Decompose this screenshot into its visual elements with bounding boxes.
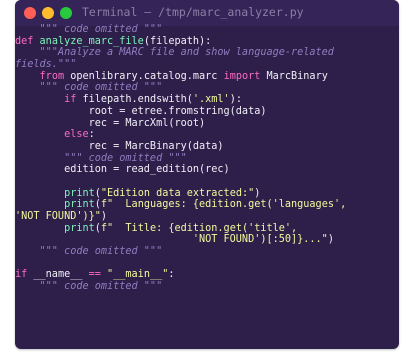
code-line: fields.""" <box>15 59 399 71</box>
code-line: def analyze_marc_file(filepath): <box>15 36 399 48</box>
code-token: ) <box>100 211 108 222</box>
code-token: 'NOT FOUND')}" <box>15 211 101 222</box>
code-token: openlibrary.catalog.marc <box>70 70 224 82</box>
code-token: """Analyze a MARC file and show language… <box>15 47 334 59</box>
code-token: __name__ <box>33 269 89 281</box>
code-token: f" Languages: {edition.get('languages', <box>100 199 347 211</box>
code-token: rec = MarcBinary(data) <box>15 140 224 152</box>
code-token: "Edition data extracted:" <box>100 187 255 199</box>
title-bar: Terminal — /tmp/marc_analyzer.py <box>15 0 399 26</box>
code-token: == <box>88 269 108 281</box>
code-token: : <box>168 269 175 281</box>
code-line: print(f" Languages: {edition.get('langua… <box>15 199 399 211</box>
maximize-window-button[interactable] <box>60 7 72 19</box>
code-line: if filepath.endswith('.xml'): <box>15 94 399 106</box>
code-token: ) <box>254 187 261 199</box>
code-token: '.xml' <box>192 94 230 106</box>
code-token: rec = MarcXml(root) <box>15 117 206 129</box>
code-token: print <box>64 199 95 211</box>
code-line: """ code omitted """ <box>15 281 399 293</box>
code-token: "__main__" <box>107 269 169 281</box>
terminal-window: Terminal — /tmp/marc_analyzer.py """ cod… <box>15 0 399 349</box>
code-line: """ code omitted """ <box>15 153 399 165</box>
code-line: if __name__ == "__main__": <box>15 269 399 281</box>
code-line: 'NOT FOUND')[:50]}...") <box>15 234 399 246</box>
minimize-window-button[interactable] <box>42 7 54 19</box>
code-token: print <box>64 187 95 199</box>
code-line: rec = MarcXml(root) <box>15 118 399 130</box>
code-token: root = etree.fromstring(data) <box>15 105 267 117</box>
code-token: ): <box>229 94 242 106</box>
code-token: if <box>15 269 34 281</box>
code-token: (filepath): <box>143 35 212 47</box>
code-token: ) <box>327 234 334 246</box>
code-token: """ code omitted """ <box>15 152 187 164</box>
code-token: MarcBinary <box>266 70 328 82</box>
code-line: edition = read_edition(rec) <box>15 164 399 176</box>
code-line: """ code omitted """ <box>15 24 399 36</box>
code-line: 'NOT FOUND')}") <box>15 211 399 223</box>
code-token: 'NOT FOUND')[:50]}..." <box>15 234 328 246</box>
code-token: analyze_marc_file <box>39 35 144 47</box>
code-token: filepath.endswith( <box>82 94 193 106</box>
code-token: f" Title: {edition.get('title', <box>100 222 298 234</box>
code-line: print("Edition data extracted:") <box>15 188 399 200</box>
code-token: def <box>15 35 40 47</box>
code-editor[interactable]: """ code omitted """ def analyze_marc_fil… <box>15 24 399 293</box>
window-title: Terminal — /tmp/marc_analyzer.py <box>82 5 304 19</box>
code-token: else <box>64 129 89 141</box>
code-line: """Analyze a MARC file and show language… <box>15 47 399 59</box>
code-line: print(f" Title: {edition.get('title', <box>15 223 399 235</box>
code-token: """ code omitted """ <box>15 82 163 94</box>
code-token: """ code omitted """ <box>15 281 163 293</box>
code-token: print <box>64 222 95 234</box>
code-line: """ code omitted """ <box>15 82 399 94</box>
code-token: edition = read_edition(rec) <box>15 164 230 176</box>
code-token: """ code omitted """ <box>15 246 163 258</box>
code-line: from openlibrary.catalog.marc import Mar… <box>15 71 399 83</box>
code-token: : <box>88 129 95 141</box>
code-token: from <box>39 70 71 82</box>
code-line: """ code omitted """ <box>15 246 399 258</box>
code-token: import <box>223 70 267 82</box>
code-line: else: <box>15 129 399 141</box>
code-token: fields.""" <box>15 59 77 71</box>
code-line: rec = MarcBinary(data) <box>15 141 399 153</box>
code-token: """ code omitted """ <box>15 24 163 35</box>
close-window-button[interactable] <box>24 7 36 19</box>
code-line: root = etree.fromstring(data) <box>15 106 399 118</box>
code-token: if <box>64 94 83 106</box>
